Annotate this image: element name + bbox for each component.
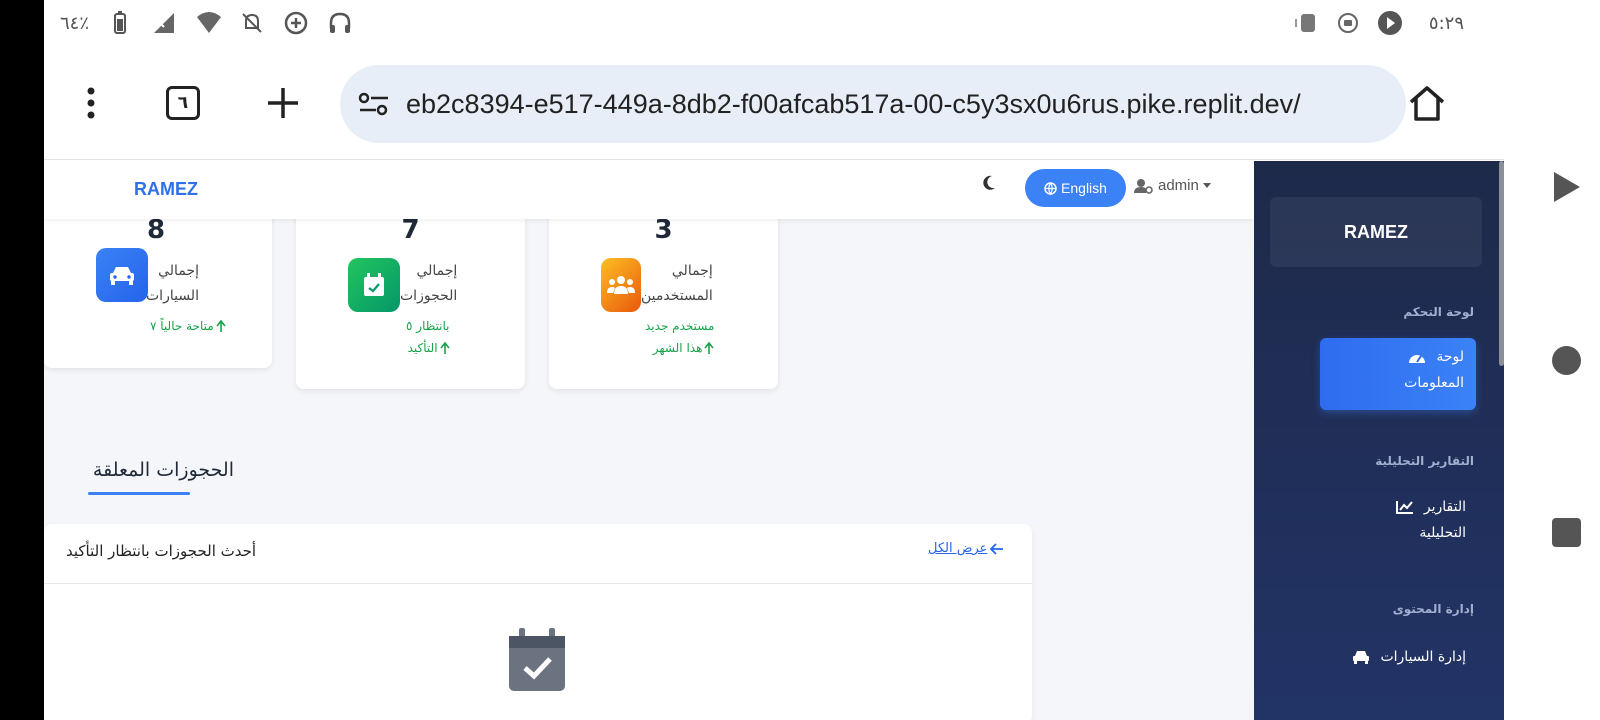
stat-card-bookings: 7 إجمالي الحجوزات بانتظار ٥ التأكيد <box>296 201 525 389</box>
card-header: أحدث الحجوزات بانتظار التأكيد عرض الكل <box>44 524 1032 584</box>
sidebar-brand[interactable]: RAMEZ <box>1270 197 1482 267</box>
pending-bookings-card: أحدث الحجوزات بانتظار التأكيد عرض الكل <box>44 524 1032 720</box>
top-navbar: RAMEZ English admin <box>44 161 1254 219</box>
arrow-up-icon <box>439 342 450 354</box>
card-title: أحدث الحجوزات بانتظار التأكيد <box>66 542 257 560</box>
sidebar-item-cars[interactable]: إدارة السيارات <box>1352 644 1466 670</box>
menu-button[interactable] <box>66 78 116 128</box>
browser-toolbar: ٦ eb2c8394-e517-449a-8db2-f00afcab517a-0… <box>44 48 1504 160</box>
recents-button[interactable] <box>1552 518 1581 547</box>
stat-sub: بانتظار ٥ التأكيد <box>406 319 450 355</box>
section-title: الحجوزات المعلقة <box>92 459 234 481</box>
sidebar-section-reports: التقارير التحليلية <box>1375 454 1474 468</box>
stat-value: 3 <box>654 215 673 245</box>
address-bar[interactable]: eb2c8394-e517-449a-8db2-f00afcab517a-00-… <box>340 65 1406 143</box>
globe-icon <box>1044 181 1057 195</box>
stat-value: 8 <box>146 215 166 245</box>
users-icon <box>601 258 641 312</box>
stat-sub: مستخدم جديد هذا الشهر <box>645 319 715 355</box>
home-icon <box>1409 86 1445 121</box>
user-name: admin <box>1158 177 1199 194</box>
data-saver-icon <box>283 10 309 36</box>
stat-label: إجمالي السيارات <box>146 263 199 304</box>
stat-card-cars: 8 إجمالي السيارات متاحة حالياً ٧ <box>44 201 272 368</box>
sidebar: RAMEZ لوحة التحكم لوحة المعلومات التقاري… <box>1254 161 1504 720</box>
web-app: RAMEZ English admin 8 إجمالي السيارات مت… <box>44 161 1504 720</box>
status-left: ٦٤٪ <box>60 10 353 36</box>
calendar-check-icon <box>348 258 400 312</box>
notifications-off-icon <box>239 10 265 36</box>
caret-down-icon <box>1202 182 1211 188</box>
site-settings-icon <box>358 92 388 116</box>
more-vertical-icon <box>87 87 95 119</box>
clock: ٥:٢٩ <box>1428 12 1464 34</box>
stat-value: 7 <box>401 215 420 245</box>
sidebar-item-dashboard[interactable]: لوحة المعلومات <box>1320 338 1476 410</box>
language-label: English <box>1061 180 1107 196</box>
system-nav-bar <box>1504 0 1600 720</box>
back-triangle-icon <box>1554 172 1580 202</box>
stat-card-users: 3 إجمالي المستخدمين مستخدم جديد هذا الشهر <box>549 201 778 389</box>
headphones-icon <box>327 10 353 36</box>
sidebar-item-reports[interactable]: التقارير التحليلية <box>1395 494 1466 546</box>
status-right: ٥:٢٩ <box>1293 10 1464 36</box>
tabs-button[interactable]: ٦ <box>158 78 208 128</box>
new-tab-button[interactable] <box>258 78 308 128</box>
url-text: eb2c8394-e517-449a-8db2-f00afcab517a-00-… <box>406 88 1301 119</box>
stat-sub: متاحة حالياً ٧ <box>150 315 226 337</box>
phone-screen: ٦٤٪ ٥:٢٩ ٦ eb2c8394-e517-449a-8db2-f00af… <box>44 0 1504 720</box>
arrow-up-icon <box>704 342 715 354</box>
user-menu[interactable]: admin <box>1134 177 1211 194</box>
user-cog-icon <box>1134 178 1153 194</box>
back-button[interactable] <box>1552 170 1582 208</box>
sidebar-section-content: إدارة المحتوى <box>1392 602 1474 616</box>
battery-percent: ٦٤٪ <box>60 12 90 34</box>
car-icon <box>1353 651 1370 664</box>
chart-line-icon <box>1395 501 1413 514</box>
dark-mode-toggle[interactable] <box>982 175 996 195</box>
arrow-up-icon <box>216 320 226 332</box>
empty-calendar-icon <box>508 628 566 696</box>
dashboard-icon <box>1409 355 1426 363</box>
language-button[interactable]: English <box>1025 169 1126 207</box>
moon-icon <box>983 175 995 190</box>
tab-count: ٦ <box>166 86 200 120</box>
car-icon <box>96 248 148 302</box>
sidebar-section-dashboard: لوحة التحكم <box>1403 305 1474 319</box>
stat-label: إجمالي الحجوزات <box>400 263 458 304</box>
wifi-icon <box>195 10 222 36</box>
view-all-link[interactable]: عرض الكل <box>928 541 1004 556</box>
status-bar: ٦٤٪ ٥:٢٩ <box>44 0 1504 48</box>
navbar-brand[interactable]: RAMEZ <box>134 179 198 200</box>
vibrate-icon <box>1293 10 1319 36</box>
arrow-left-icon <box>990 542 1004 555</box>
plus-icon <box>268 88 298 118</box>
home-nav-button[interactable] <box>1552 346 1581 375</box>
battery-icon <box>107 10 133 36</box>
home-button[interactable] <box>1402 78 1452 128</box>
stat-label: إجمالي المستخدمين <box>641 263 713 304</box>
section-underline <box>88 492 190 495</box>
play-store-icon <box>1377 10 1403 36</box>
no-signal-icon <box>151 10 177 36</box>
screen-record-icon <box>1335 10 1361 36</box>
